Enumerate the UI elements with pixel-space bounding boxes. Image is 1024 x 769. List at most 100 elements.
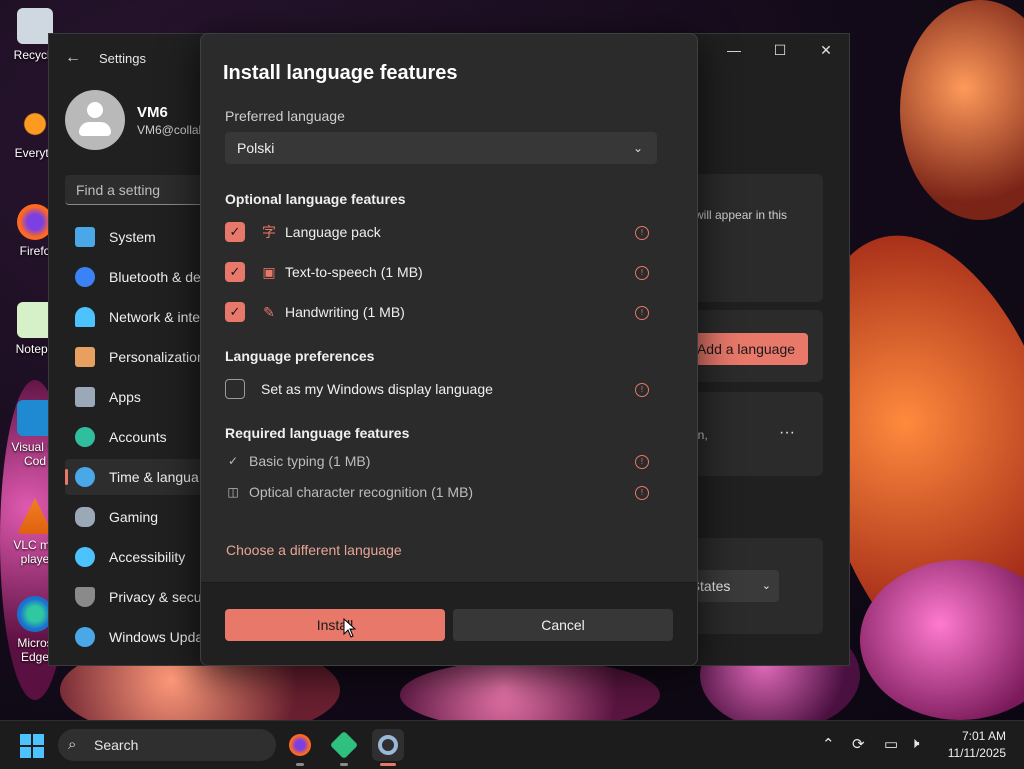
checkbox-display-language[interactable]	[225, 379, 245, 399]
feature-label: Language pack	[285, 224, 381, 240]
profile-email: VM6@collal	[137, 122, 202, 137]
checkmark-icon: ✓	[229, 224, 241, 239]
network-icon[interactable]: ▭	[884, 735, 898, 753]
taskbar-search[interactable]: ⌕ Search	[58, 729, 276, 761]
chevron-down-icon: ⌄	[761, 580, 771, 592]
preferred-language-value: Polski	[237, 140, 275, 156]
nav-item-label: Gaming	[109, 509, 159, 525]
ocr-icon: ◫	[227, 485, 239, 499]
nav-item-label: Network & inte	[109, 309, 201, 325]
shield-icon	[75, 587, 95, 607]
taskbar-settings[interactable]	[372, 729, 404, 766]
nav-item-label: Time & langua	[109, 469, 199, 485]
feature-row-text-to-speech[interactable]: ✓ ▣ Text-to-speech (1 MB) !	[225, 260, 649, 284]
start-button[interactable]	[20, 734, 44, 758]
nav-item-label: Bluetooth & de	[109, 269, 201, 285]
feature-label: Handwriting (1 MB)	[285, 304, 405, 320]
chevron-up-icon[interactable]: ⌃	[822, 735, 835, 753]
sync-icon[interactable]: ⟳	[852, 735, 865, 753]
close-button[interactable]: ✕	[803, 34, 849, 66]
windows-logo-icon	[20, 734, 31, 745]
firefox-icon	[289, 734, 311, 756]
feature-row-language-pack[interactable]: ✓ 字 Language pack !	[225, 220, 649, 244]
required-label: Basic typing (1 MB)	[249, 453, 371, 469]
search-icon: ⌕	[68, 736, 77, 753]
install-language-dialog: Install language features Preferred lang…	[200, 33, 698, 666]
maximize-button[interactable]: ☐	[757, 34, 803, 66]
speech-icon: ▣	[262, 263, 276, 280]
avatar	[65, 90, 125, 150]
checkbox-text-to-speech[interactable]: ✓	[225, 262, 245, 282]
chevron-down-icon: ⌄	[632, 141, 643, 155]
required-row-basic-typing: ✓ Basic typing (1 MB) !	[225, 451, 649, 471]
mouse-cursor-icon	[343, 618, 357, 638]
language-preferences-heading: Language preferences	[225, 348, 375, 364]
clock-date: 11/11/2025	[947, 746, 1006, 760]
display-language-label: Set as my Windows display language	[261, 381, 493, 397]
taskbar: ⌕ Search ⌃ ⟳ ▭ 🕨 7:01 AM 11/11/2025	[0, 720, 1024, 769]
gamepad-icon	[75, 507, 95, 527]
app-cube-icon	[329, 730, 359, 760]
minimize-button[interactable]: —	[711, 34, 757, 66]
more-options-icon[interactable]: ···	[779, 424, 795, 442]
preferred-language-label: Preferred language	[225, 108, 345, 124]
feature-label: Text-to-speech (1 MB)	[285, 264, 423, 280]
checkmark-icon: ✓	[229, 264, 241, 279]
minimize-icon: —	[727, 42, 741, 58]
apps-icon	[75, 387, 95, 407]
nav-item-label: Windows Upda	[109, 629, 204, 645]
display-language-row[interactable]: Set as my Windows display language !	[225, 377, 649, 401]
brush-icon	[75, 347, 95, 367]
typing-icon: ✓	[227, 454, 239, 468]
info-icon[interactable]: !	[635, 226, 649, 240]
nav-item-label: Privacy & secu	[109, 589, 202, 605]
nav-item-label: System	[109, 229, 156, 245]
maximize-icon: ☐	[773, 41, 787, 58]
info-icon[interactable]: !	[635, 455, 649, 469]
system-clock[interactable]: 7:01 AM 11/11/2025	[948, 728, 1006, 762]
taskbar-search-label: Search	[94, 737, 139, 753]
dialog-footer: Install Cancel	[201, 582, 697, 665]
card-text: will appear in this	[695, 208, 788, 222]
taskbar-app-cube[interactable]	[328, 729, 360, 766]
window-controls: — ☐ ✕	[711, 34, 849, 66]
feature-row-handwriting[interactable]: ✓ ✎ Handwriting (1 MB) !	[225, 300, 649, 324]
monitor-icon	[75, 227, 95, 247]
nav-item-label: Personalization	[109, 349, 205, 365]
volume-muted-icon[interactable]: 🕨	[910, 735, 919, 752]
preferred-language-select[interactable]: Polski ⌄	[225, 132, 657, 164]
update-icon	[75, 627, 95, 647]
language-pack-icon: 字	[262, 224, 276, 240]
back-arrow-icon[interactable]: ←	[65, 49, 81, 67]
nav-item-label: Apps	[109, 389, 141, 405]
nav-item-label: Accessibility	[109, 549, 186, 565]
info-icon[interactable]: !	[635, 266, 649, 280]
install-button[interactable]: Install	[225, 609, 445, 641]
handwriting-icon: ✎	[263, 303, 275, 320]
window-title: Settings	[99, 50, 146, 66]
dialog-title: Install language features	[223, 62, 458, 84]
cancel-button[interactable]: Cancel	[453, 609, 673, 641]
nav-item-label: Accounts	[109, 429, 167, 445]
clock-time: 7:01 AM	[961, 729, 1006, 743]
taskbar-firefox[interactable]	[284, 729, 316, 766]
required-features-heading: Required language features	[225, 425, 410, 441]
required-label: Optical character recognition (1 MB)	[249, 484, 474, 500]
info-icon[interactable]: !	[635, 486, 649, 500]
wifi-icon	[75, 307, 95, 327]
required-row-ocr: ◫ Optical character recognition (1 MB) !	[225, 482, 649, 502]
person-icon	[75, 427, 95, 447]
checkbox-language-pack[interactable]: ✓	[225, 222, 245, 242]
checkmark-icon: ✓	[229, 304, 241, 319]
settings-gear-icon	[378, 735, 398, 755]
choose-different-language-link[interactable]: Choose a different language	[226, 542, 402, 558]
info-icon[interactable]: !	[635, 383, 649, 397]
profile-name: VM6	[137, 103, 168, 121]
user-profile[interactable]: VM6 VM6@collal	[65, 90, 201, 150]
add-language-button[interactable]: Add a language	[684, 333, 808, 365]
close-icon: ✕	[820, 41, 832, 58]
checkbox-handwriting[interactable]: ✓	[225, 302, 245, 322]
globe-clock-icon	[75, 467, 95, 487]
info-icon[interactable]: !	[635, 306, 649, 320]
bluetooth-icon	[75, 267, 95, 287]
